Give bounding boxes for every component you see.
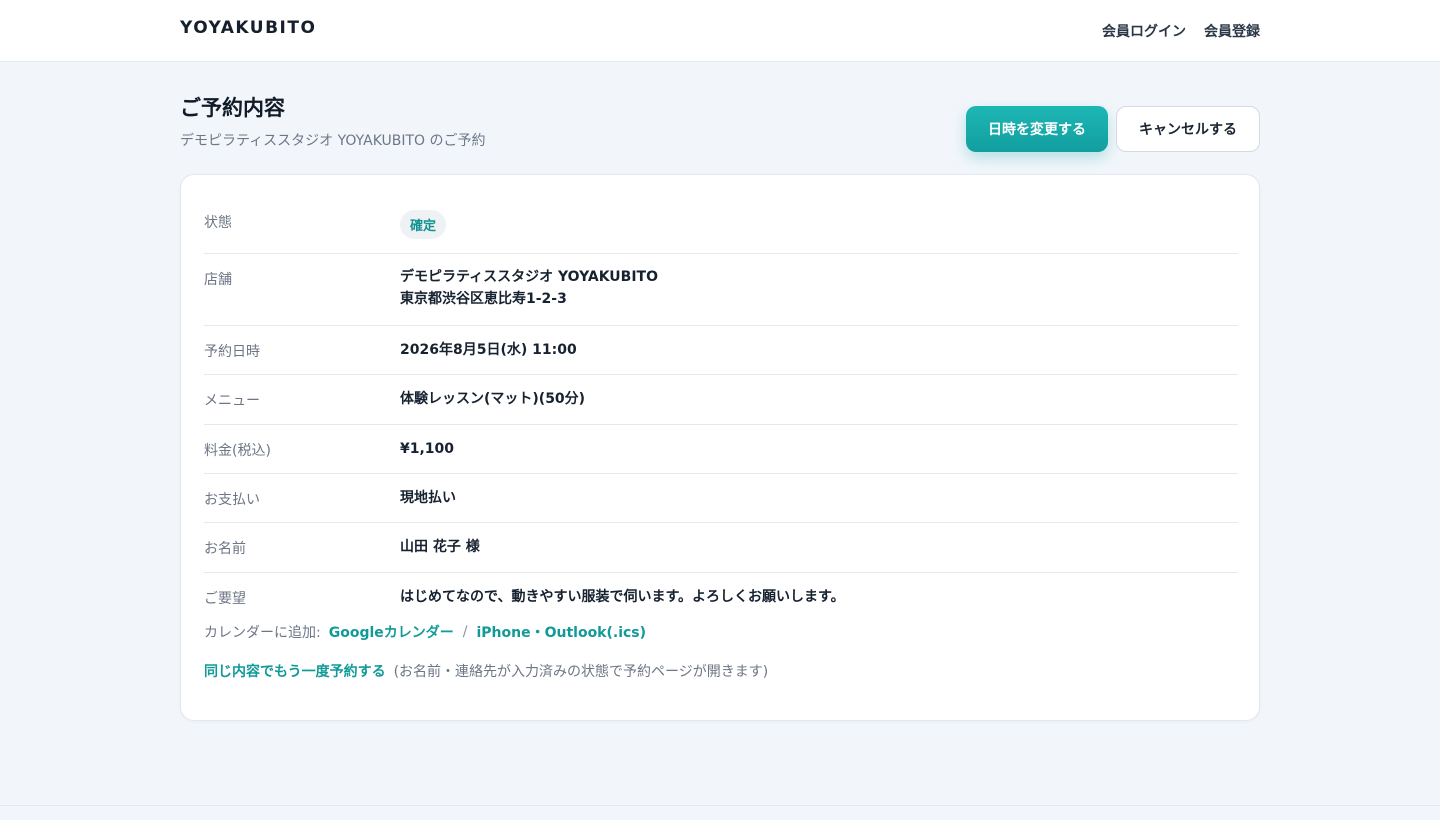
store-label: 店舗 [204, 272, 232, 288]
rebook-link[interactable]: 同じ内容でもう一度予約する [204, 661, 386, 681]
footer-divider [0, 805, 1440, 806]
change-datetime-button[interactable]: 日時を変更する [966, 106, 1108, 152]
store-name: デモピラティススタジオ YOYAKUBITO [400, 269, 659, 285]
rebook-note: (お名前・連絡先が入力済みの状態で予約ページが開きます) [393, 664, 769, 680]
calendar-separator: / [462, 624, 468, 640]
detail-row-payment: お支払い 現地払い [204, 474, 1238, 523]
brand-logo[interactable]: YOYAKUBITO [180, 18, 316, 38]
reservation-details-card: 状態 確定 店舗 デモピラティススタジオ YOYAKUBITO 東京都渋谷区恵比… [180, 174, 1260, 721]
page-title: ご予約内容 [180, 96, 285, 120]
page-subtitle: デモピラティススタジオ YOYAKUBITO のご予約 [180, 133, 486, 149]
name-value: 山田 花子 様 [400, 539, 480, 555]
header-nav: 会員ログイン 会員登録 [1102, 21, 1260, 41]
detail-row-name: お名前 山田 花子 様 [204, 523, 1238, 573]
status-label: 状態 [204, 215, 232, 231]
detail-row-price: 料金(税込) ¥1,100 [204, 425, 1238, 474]
detail-row-status: 状態 確定 [204, 175, 1238, 254]
request-label: ご要望 [204, 591, 246, 607]
store-address: 東京都渋谷区恵比寿1-2-3 [400, 291, 567, 307]
member-register-link[interactable]: 会員登録 [1204, 21, 1260, 41]
member-login-link[interactable]: 会員ログイン [1102, 21, 1186, 41]
name-label: お名前 [204, 541, 246, 557]
add-to-calendar: カレンダーに追加: Googleカレンダー / iPhone・Outlook(.… [204, 622, 646, 642]
rebook-section: 同じ内容でもう一度予約する (お名前・連絡先が入力済みの状態で予約ページが開きま… [204, 661, 768, 681]
detail-row-menu: メニュー 体験レッスン(マット)(50分) [204, 375, 1238, 425]
menu-value: 体験レッスン(マット)(50分) [400, 391, 586, 407]
menu-label: メニュー [204, 393, 260, 409]
ics-download-link[interactable]: iPhone・Outlook(.ics) [476, 622, 646, 642]
request-value: はじめてなので、動きやすい服装で伺います。よろしくお願いします。 [400, 589, 845, 605]
detail-row-store: 店舗 デモピラティススタジオ YOYAKUBITO 東京都渋谷区恵比寿1-2-3 [204, 254, 1238, 326]
price-value: ¥1,100 [400, 441, 455, 457]
google-calendar-link[interactable]: Googleカレンダー [329, 622, 454, 642]
top-navigation-bar: YOYAKUBITO 会員ログイン 会員登録 [0, 0, 1440, 62]
datetime-value: 2026年8月5日(水) 11:00 [400, 342, 577, 358]
detail-row-request: ご要望 はじめてなので、動きやすい服装で伺います。よろしくお願いします。 [204, 573, 1238, 609]
payment-value: 現地払い [400, 490, 456, 506]
status-badge: 確定 [400, 210, 447, 239]
detail-row-datetime: 予約日時 2026年8月5日(水) 11:00 [204, 326, 1238, 375]
price-label: 料金(税込) [204, 443, 271, 459]
datetime-label: 予約日時 [204, 344, 260, 360]
payment-label: お支払い [204, 492, 260, 508]
cancel-reservation-button[interactable]: キャンセルする [1116, 106, 1260, 152]
calendar-label: カレンダーに追加: [204, 625, 321, 641]
